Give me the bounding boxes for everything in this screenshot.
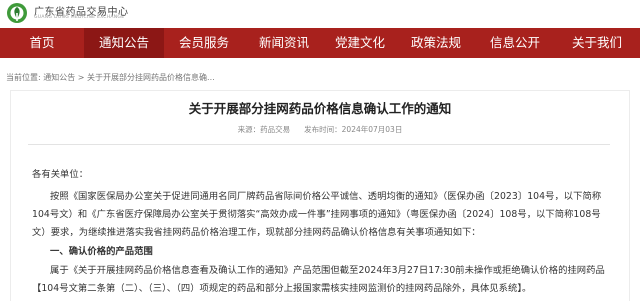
body-line-2: 104号文）和《广东省医疗保障局办公室关于贯彻落实“高效办成一件事”挂网事项的通… <box>32 209 601 220</box>
nav-item-about[interactable]: 关于我们 <box>554 28 640 58</box>
article-meta: 来源：药品交易 发布时间：2024年07月03日 <box>0 124 640 135</box>
nav-item-disclosure[interactable]: 信息公开 <box>476 28 554 58</box>
article-title: 关于开展部分挂网药品价格信息确认工作的通知 <box>188 101 452 116</box>
nav-item-home[interactable]: 首页 <box>0 28 84 58</box>
body-line-4: 属于《关于开展挂网药品价格信息查看及确认工作的通知》产品范围但截至2024年3月… <box>50 265 605 276</box>
nav-item-member-services[interactable]: 会员服务 <box>164 28 244 58</box>
nav-item-notices[interactable]: 通知公告 <box>84 28 164 58</box>
source-value: 药品交易 <box>260 125 291 134</box>
divider <box>28 144 610 145</box>
site-name-en: GUANG DONG MEDICINE EXCHANGE <box>34 15 125 20</box>
main-nav: 首页 通知公告 会员服务 新闻资讯 党建文化 政策法规 信息公开 关于我们 <box>0 28 640 58</box>
body-line-1: 按照《国家医保局办公室关于促进同通用名同厂牌药品省际间价格公平诚信、透明均衡的通… <box>50 191 602 202</box>
body-line-5: 【104号文第二条第（二）、（三）、（四）项规定的药品和部分上报国家需核实挂网监… <box>32 283 532 294</box>
publish-date: 2024年07月03日 <box>341 125 403 134</box>
breadcrumb[interactable]: 当前位置: 通知公告 > 关于开展部分挂网药品价格信息确... <box>6 72 215 83</box>
date-label: 发布时间： <box>304 125 342 134</box>
salutation: 各有关单位： <box>32 169 89 180</box>
site-header: 广东省药品交易中心 GUANG DONG MEDICINE EXCHANGE <box>0 0 640 26</box>
source-label: 来源： <box>237 125 261 134</box>
section-heading-1: 一、确认价格的产品范围 <box>50 246 153 257</box>
nav-item-party-culture[interactable]: 党建文化 <box>324 28 396 58</box>
body-line-3: 文）要求，为继续推进落实我省挂网药品价格治理工作，现就部分挂网药品确认价格信息有… <box>32 227 481 238</box>
nav-item-news[interactable]: 新闻资讯 <box>244 28 324 58</box>
site-logo-icon[interactable] <box>6 2 28 24</box>
nav-item-policies[interactable]: 政策法规 <box>396 28 476 58</box>
